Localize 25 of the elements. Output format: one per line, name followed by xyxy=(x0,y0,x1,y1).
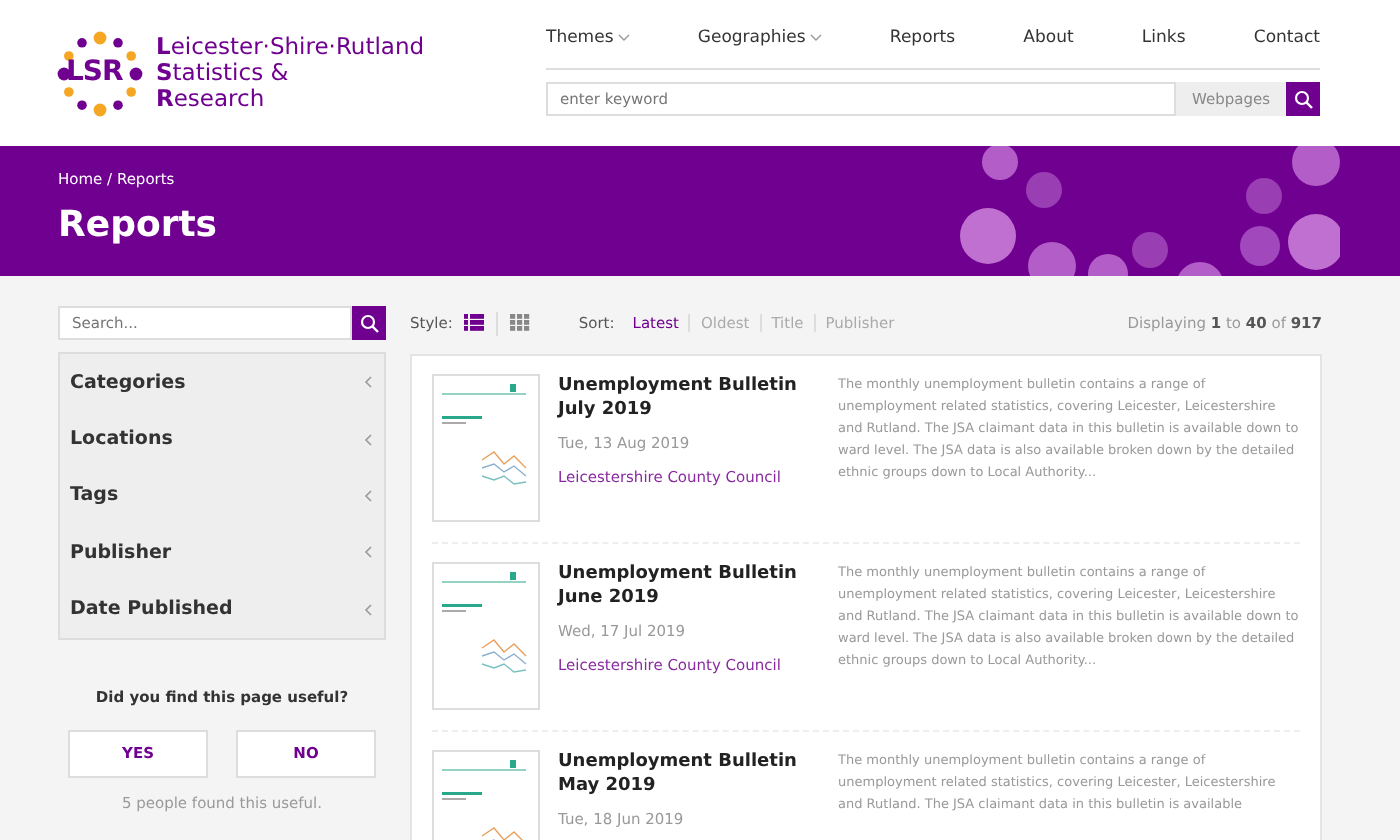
filter-toggle[interactable]: Date Published xyxy=(60,581,384,638)
nav-link[interactable]: Links xyxy=(1141,28,1186,48)
nav-link[interactable]: Themes xyxy=(546,28,630,48)
logo-text[interactable]: Leicester·Shire·Rutland xyxy=(156,34,425,60)
filter-toggle[interactable]: Tags xyxy=(60,467,384,525)
filter-toggle[interactable]: Categories xyxy=(60,354,384,411)
search-icon xyxy=(359,313,379,333)
nav-link[interactable]: Geographies xyxy=(697,28,822,48)
filter-toggle[interactable]: Publisher xyxy=(60,524,384,582)
report-cover-thumbnail[interactable] xyxy=(432,374,540,522)
report-title[interactable]: Unemployment Bulletin May 2019 xyxy=(558,750,822,798)
logo-mark[interactable]: LSR xyxy=(56,29,144,117)
logo-text[interactable]: Research xyxy=(156,86,425,112)
search-icon xyxy=(1293,89,1313,109)
search-button[interactable] xyxy=(352,306,386,340)
report-title[interactable]: Unemployment Bulletin July 2019 xyxy=(558,374,822,422)
search-button[interactable] xyxy=(1286,82,1320,116)
page-title: Reports xyxy=(58,204,220,246)
nav-link[interactable]: Reports xyxy=(889,28,956,48)
logo-text[interactable]: Statistics & xyxy=(156,60,425,86)
report-title[interactable]: Unemployment Bulletin June 2019 xyxy=(558,562,822,610)
nav-link[interactable]: About xyxy=(1023,28,1074,48)
report-cover-thumbnail[interactable] xyxy=(432,562,540,710)
filter-toggle[interactable]: Locations xyxy=(60,410,384,468)
nav-link[interactable]: Contact xyxy=(1253,28,1320,48)
